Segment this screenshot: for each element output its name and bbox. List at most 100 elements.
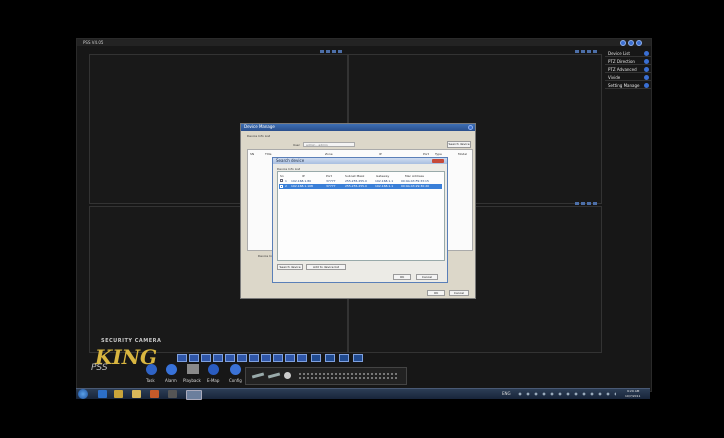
- clock-date[interactable]: 10/7/2011: [625, 394, 640, 398]
- sidebar-item-setting-manage[interactable]: Setting Manage: [605, 82, 651, 89]
- cell-mask: 255.255.255.0: [345, 184, 367, 188]
- layout-20-button[interactable]: [261, 354, 271, 362]
- column-header: IP: [379, 152, 382, 156]
- sidebar-item-label: PTZ Direction: [608, 59, 635, 64]
- cell-sn: 1: [285, 179, 287, 183]
- task-label: Task: [146, 378, 155, 383]
- sidebar-item-ptz-advanced[interactable]: PTZ Advanced: [605, 66, 651, 73]
- search-device-button[interactable]: Search device: [277, 264, 303, 270]
- minimize-button[interactable]: [620, 40, 626, 46]
- search-device-button[interactable]: Search device: [447, 141, 471, 148]
- config-label: Config: [229, 378, 242, 383]
- cell-sn: 2: [285, 184, 287, 188]
- close-button[interactable]: [468, 125, 473, 130]
- tray-icons[interactable]: [516, 392, 616, 396]
- group-label: Device Info List: [247, 134, 271, 138]
- sidebar-item-device-list[interactable]: Device List: [605, 50, 651, 57]
- cell-mask: 255.255.255.0: [345, 179, 367, 183]
- alarm-icon: [166, 364, 177, 375]
- column-header: Port: [423, 152, 429, 156]
- row-checkbox[interactable]: [280, 179, 283, 182]
- language-indicator[interactable]: ENG: [502, 391, 511, 396]
- prev-page-button[interactable]: [325, 354, 335, 362]
- media-icon[interactable]: [150, 390, 159, 398]
- table-row-selected[interactable]: 2 192.168.1.108 37777 255.255.255.0 192.…: [279, 184, 442, 189]
- emap-button[interactable]: E-Map: [205, 363, 223, 385]
- main-toolbar: Task Alarm Playback E-Map Config: [143, 363, 253, 387]
- logo-sub: PSS: [91, 363, 108, 373]
- column-header: Mac Address: [405, 174, 424, 178]
- pen-icon[interactable]: [251, 372, 265, 379]
- close-button[interactable]: [432, 159, 444, 163]
- playback-icon: [187, 364, 199, 374]
- record-icon[interactable]: [284, 372, 291, 379]
- start-button[interactable]: [78, 389, 88, 399]
- pane-controls[interactable]: [575, 50, 599, 53]
- layout-25-button[interactable]: [273, 354, 283, 362]
- cell-ip: 192.168.1.80: [291, 179, 312, 183]
- ie-icon[interactable]: [98, 390, 107, 398]
- ok-button[interactable]: OK: [393, 274, 411, 280]
- pane-controls[interactable]: [320, 50, 344, 53]
- config-button[interactable]: Config: [227, 363, 245, 385]
- sidebar-item-vivide[interactable]: Vivide: [605, 74, 651, 81]
- maximize-button[interactable]: [628, 40, 634, 46]
- ok-button[interactable]: OK: [427, 290, 445, 296]
- clock-time[interactable]: 9:29 AM: [627, 389, 639, 393]
- layout-8-button[interactable]: [213, 354, 223, 362]
- cell-port: 37777: [326, 179, 336, 183]
- column-header: Subnet Mask: [345, 174, 365, 178]
- add-to-device-list-button[interactable]: Add to device list: [306, 264, 346, 270]
- folder-icon[interactable]: [132, 390, 141, 398]
- expand-icon: [644, 83, 649, 88]
- pen-icon[interactable]: [267, 372, 281, 379]
- layout-16-button[interactable]: [249, 354, 259, 362]
- column-header: Model: [458, 152, 468, 156]
- close-button[interactable]: [636, 40, 642, 46]
- table-row[interactable]: 1 192.168.1.80 37777 255.255.255.0 192.1…: [279, 179, 442, 183]
- cancel-button[interactable]: Cancel: [449, 290, 469, 296]
- emap-icon: [208, 364, 219, 375]
- taskbar: ENG 9:29 AM 10/7/2011: [76, 388, 650, 400]
- pane-controls[interactable]: [575, 202, 599, 205]
- column-header: Title: [265, 152, 272, 156]
- column-header: Type: [435, 152, 442, 156]
- task-button[interactable]: Task: [143, 363, 161, 385]
- channel-dots[interactable]: [298, 372, 398, 380]
- cancel-button[interactable]: Cancel: [416, 274, 438, 280]
- layout-36-button[interactable]: [285, 354, 295, 362]
- cell-port: 37777: [326, 184, 336, 188]
- playback-button[interactable]: Playback: [183, 363, 203, 385]
- app-icon[interactable]: [168, 390, 177, 398]
- layout-64-button[interactable]: [297, 354, 307, 362]
- column-header: Gateway: [376, 174, 390, 178]
- sidebar-item-label: Device List: [608, 51, 630, 56]
- sidebar-item-ptz-direction[interactable]: PTZ Direction: [605, 58, 651, 65]
- layout-buttons[interactable]: [177, 354, 363, 362]
- multi-screen-button[interactable]: [353, 354, 363, 362]
- pss-taskbar-icon[interactable]: [186, 390, 202, 400]
- chrome-icon[interactable]: [114, 390, 123, 398]
- column-header: SN: [250, 152, 255, 156]
- layout-6-button[interactable]: [201, 354, 211, 362]
- column-header: IP: [302, 174, 305, 178]
- expand-icon: [644, 67, 649, 72]
- expand-icon: [644, 51, 649, 56]
- fullscreen-button[interactable]: [311, 354, 321, 362]
- layout-9-button[interactable]: [225, 354, 235, 362]
- alarm-label: Alarm: [165, 378, 177, 383]
- ptz-strip: [245, 367, 407, 385]
- cell-gateway: 192.168.1.1: [375, 179, 394, 183]
- user-label: User: [293, 143, 300, 147]
- layout-13-button[interactable]: [237, 354, 247, 362]
- expand-icon: [644, 75, 649, 80]
- alarm-button[interactable]: Alarm: [163, 363, 181, 385]
- search-device-dialog: Search device Device Info List Sn IP Por…: [272, 157, 448, 283]
- dialog-title: Search device: [273, 158, 447, 164]
- sidebar-item-label: PTZ Advanced: [608, 67, 637, 72]
- cell-gateway: 192.168.1.1: [375, 184, 394, 188]
- row-checkbox[interactable]: [280, 185, 283, 188]
- next-page-button[interactable]: [339, 354, 349, 362]
- layout-4-button[interactable]: [189, 354, 199, 362]
- user-select[interactable]: admin - admin: [303, 142, 355, 147]
